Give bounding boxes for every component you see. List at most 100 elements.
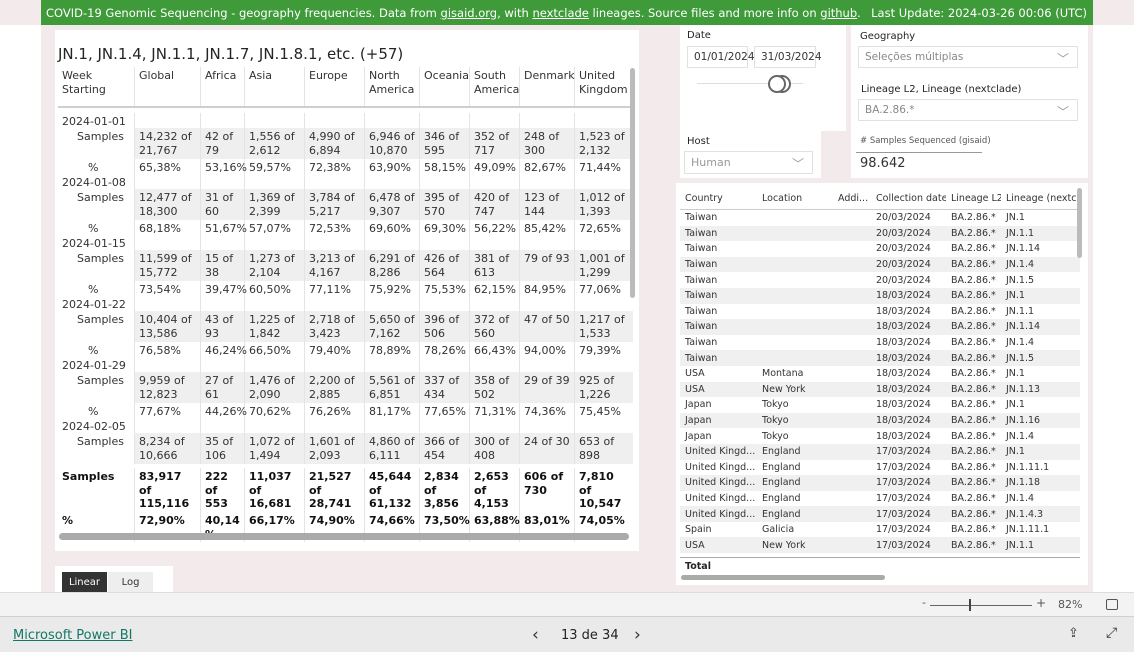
detail-row[interactable]: Japan Tokyo 18/03/2024 BA.2.86.* JN.1.4 xyxy=(680,428,1080,444)
matrix-cell: 2,200 of 2,885 xyxy=(305,372,365,403)
zoom-out-button[interactable]: - xyxy=(922,596,926,609)
zoom-in-button[interactable]: + xyxy=(1036,596,1046,610)
log-button[interactable]: Log xyxy=(108,572,153,592)
detail-cell[interactable]: Collection date xyxy=(871,193,946,204)
matrix-title: JN.1, JN.1.4, JN.1.1, JN.1.7, JN.1.8.1, … xyxy=(58,45,404,63)
matrix-cell: 372 of 560 xyxy=(470,311,520,342)
matrix-cell: South America xyxy=(470,67,520,106)
matrix-cell: 11,599 of 15,772 xyxy=(135,250,201,281)
fullscreen-icon[interactable]: ⤢ xyxy=(1106,625,1117,641)
detail-row[interactable]: United Kingd... England 17/03/2024 BA.2.86.… xyxy=(680,491,1080,507)
share-icon[interactable]: ⇪ xyxy=(1068,626,1079,641)
detail-cell: JN.1.4.3 xyxy=(1006,508,1044,520)
matrix-cell xyxy=(135,357,201,372)
host-value: Human xyxy=(691,156,731,169)
matrix-cell xyxy=(575,296,633,311)
detail-row[interactable]: Taiwan 20/03/2024 BA.2.86.* JN.1.4 xyxy=(680,256,1080,273)
matrix-cell: 81,17% xyxy=(365,403,420,418)
detail-vertical-scrollbar[interactable] xyxy=(1077,188,1082,258)
matrix-cell: Europe xyxy=(305,67,365,106)
matrix-cell: 6,946 of 10,870 xyxy=(365,128,420,159)
matrix-cell: 66,43% xyxy=(470,342,520,357)
detail-cell[interactable]: Lineage (nextcla xyxy=(1001,193,1080,204)
detail-row[interactable]: Taiwan 20/03/2024 BA.2.86.* JN.1.14 xyxy=(680,241,1080,257)
detail-cell: New York xyxy=(762,539,806,551)
start-date-input[interactable]: 01/01/2024 xyxy=(687,46,755,68)
total-divider xyxy=(680,557,1080,558)
detail-row[interactable]: Taiwan 18/03/2024 BA.2.86.* JN.1.1 xyxy=(680,304,1080,320)
detail-cell: BA.2.86.* xyxy=(951,399,996,411)
matrix-vertical-scrollbar[interactable] xyxy=(630,68,635,298)
matrix-horizontal-scrollbar[interactable] xyxy=(59,533,629,540)
matrix-week-row: 2024-01-22 xyxy=(58,296,633,311)
detail-row[interactable]: Taiwan 18/03/2024 BA.2.86.* JN.1.4 xyxy=(680,335,1080,351)
detail-cell: BA.2.86.* xyxy=(951,446,996,458)
geography-value: Seleções múltiplas xyxy=(865,51,964,63)
matrix-cell: 71,31% xyxy=(470,403,520,418)
detail-row[interactable]: Taiwan 18/03/2024 BA.2.86.* JN.1 xyxy=(680,287,1080,304)
zoom-slider-track[interactable] xyxy=(930,605,1032,606)
matrix-cell: 73,54% xyxy=(135,281,201,296)
zoom-slider-handle[interactable] xyxy=(969,599,971,611)
matrix-cell: Samples xyxy=(58,250,135,281)
detail-row[interactable]: USA New York 17/03/2024 BA.2.86.* JN.1.1 xyxy=(680,537,1080,554)
lineage-dropdown[interactable]: BA.2.86.* ﹀ xyxy=(858,99,1078,121)
detail-row[interactable]: Taiwan 20/03/2024 BA.2.86.* JN.1.1 xyxy=(680,225,1080,242)
detail-row[interactable]: United Kingd... England 17/03/2024 BA.2.86.… xyxy=(680,460,1080,476)
detail-cell[interactable]: Country xyxy=(680,193,757,204)
detail-row[interactable]: Taiwan 18/03/2024 BA.2.86.* JN.1.5 xyxy=(680,350,1080,366)
detail-row[interactable]: United Kingd... England 17/03/2024 BA.2.86.… xyxy=(680,506,1080,522)
matrix-cell xyxy=(365,235,420,250)
detail-cell: 18/03/2024 xyxy=(876,430,931,442)
matrix-cell xyxy=(245,113,305,128)
detail-cell: 20/03/2024 xyxy=(876,259,931,271)
detail-cell: BA.2.86.* xyxy=(951,539,996,551)
detail-horizontal-scrollbar[interactable] xyxy=(681,575,885,580)
matrix-cell: 6,478 of 9,307 xyxy=(365,189,420,220)
end-date-input[interactable]: 31/03/2024 xyxy=(754,46,822,68)
detail-cell[interactable]: Addi... xyxy=(833,193,871,204)
fit-to-page-icon[interactable] xyxy=(1106,599,1118,610)
matrix-cell: 15 of 38 xyxy=(201,250,245,281)
matrix-cell: 11,037 of 16,681 xyxy=(245,468,305,512)
matrix-cell: 75,53% xyxy=(420,281,470,296)
detail-row[interactable]: USA New York 18/03/2024 BA.2.86.* JN.1.13 xyxy=(680,381,1080,398)
host-dropdown[interactable]: Human ﹀ xyxy=(684,151,813,174)
nextclade-link[interactable]: nextclade xyxy=(532,6,588,20)
matrix-cell: 43 of 93 xyxy=(201,311,245,342)
matrix-pct-row: % 77,67% 44,26% 70,62% 76,26% 81,17% 77,65% 71,… xyxy=(58,403,633,418)
detail-row[interactable]: United Kingd... England 17/03/2024 BA.2.86.… xyxy=(680,443,1080,460)
detail-row[interactable]: Taiwan 18/03/2024 BA.2.86.* JN.1.14 xyxy=(680,319,1080,335)
matrix-cell: Oceania xyxy=(420,67,470,106)
previous-page-button[interactable]: ‹ xyxy=(532,625,539,645)
detail-cell[interactable]: Location xyxy=(757,193,833,204)
detail-row[interactable]: Taiwan 20/03/2024 BA.2.86.* JN.1.5 xyxy=(680,272,1080,288)
github-link[interactable]: github xyxy=(820,6,857,20)
geography-dropdown[interactable]: Seleções múltiplas ﹀ xyxy=(858,46,1078,68)
matrix-cell: 63,90% xyxy=(365,159,420,174)
gisaid-link[interactable]: gisaid.org xyxy=(441,6,498,20)
power-bi-link[interactable]: Microsoft Power BI xyxy=(13,628,132,643)
detail-row[interactable]: Spain Galicia 17/03/2024 BA.2.86.* JN.1.11.1 xyxy=(680,522,1080,538)
detail-row[interactable]: Japan Tokyo 18/03/2024 BA.2.86.* JN.1 xyxy=(680,397,1080,413)
matrix-cell: 82,67% xyxy=(520,159,575,174)
detail-cell: Taiwan xyxy=(685,305,718,317)
detail-cell: Taiwan xyxy=(685,243,718,255)
detail-cell: England xyxy=(762,508,801,520)
detail-row[interactable]: United Kingd... England 17/03/2024 BA.2.86.… xyxy=(680,475,1080,491)
linear-button[interactable]: Linear xyxy=(62,572,107,592)
detail-row[interactable]: Taiwan 20/03/2024 BA.2.86.* JN.1 xyxy=(680,210,1080,226)
matrix-cell: 4,860 of 6,111 xyxy=(365,433,420,464)
detail-row[interactable]: USA Montana 18/03/2024 BA.2.86.* JN.1 xyxy=(680,366,1080,382)
detail-row[interactable]: Japan Tokyo 18/03/2024 BA.2.86.* JN.1.16 xyxy=(680,412,1080,429)
detail-cell: Japan xyxy=(685,415,712,427)
detail-cell: JN.1.11.1 xyxy=(1006,524,1050,536)
detail-header-row: Country Location Addi... Collection date Lin… xyxy=(680,188,1080,210)
matrix-cell xyxy=(305,296,365,311)
chevron-down-icon: ﹀ xyxy=(1056,52,1069,66)
matrix-cell: 69,60% xyxy=(365,220,420,235)
next-page-button[interactable]: › xyxy=(634,625,641,645)
detail-cell: JN.1.1 xyxy=(1006,539,1035,551)
detail-cell[interactable]: Lineage L2 xyxy=(946,193,1001,204)
date-slider-start-handle[interactable] xyxy=(768,75,786,93)
